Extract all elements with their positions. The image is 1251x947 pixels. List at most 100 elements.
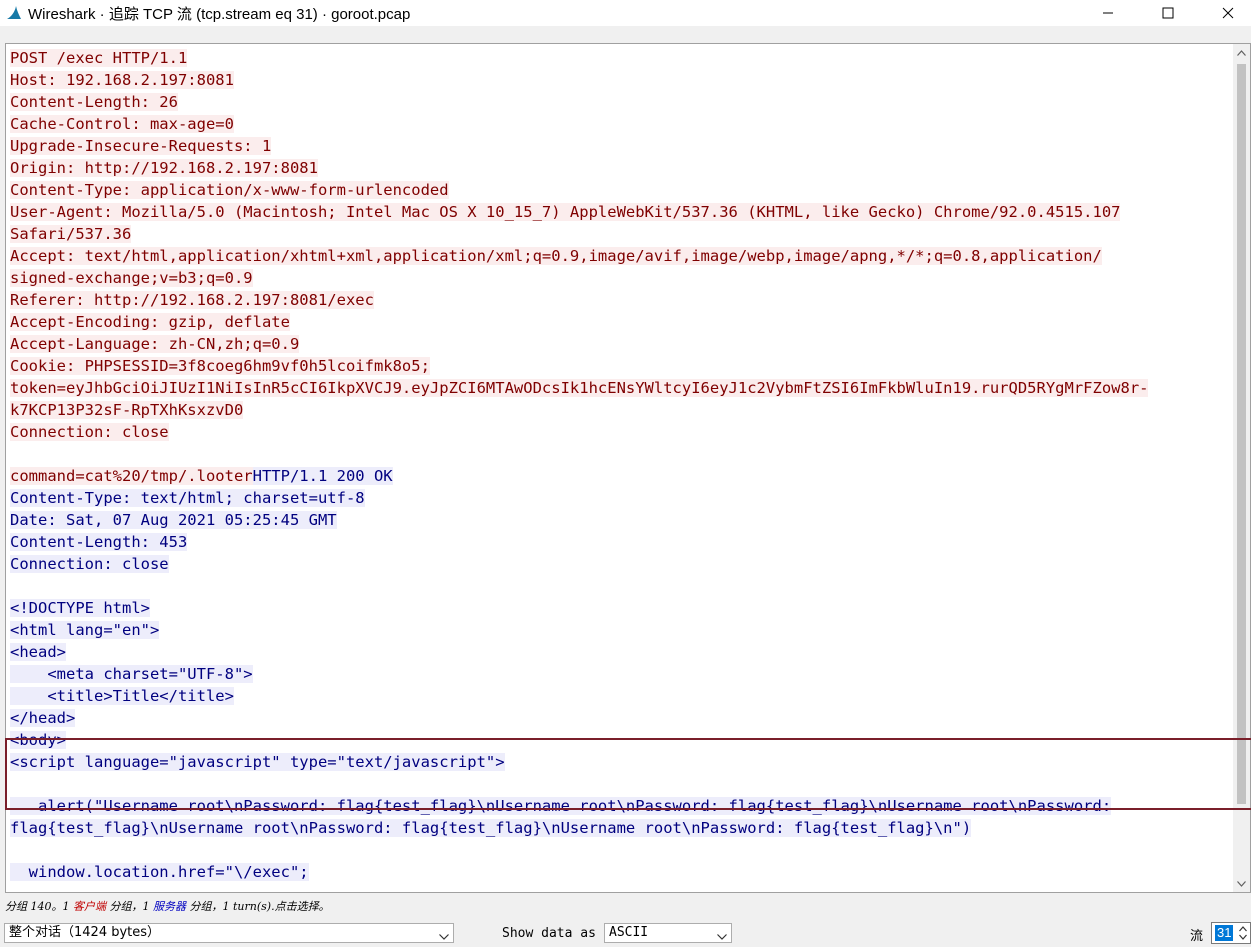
stream-line[interactable] bbox=[10, 839, 1232, 861]
title-bar: Wireshark · 追踪 TCP 流 (tcp.stream eq 31) … bbox=[0, 0, 1251, 26]
server-segment[interactable]: Connection: close bbox=[10, 555, 169, 573]
stream-line[interactable]: User-Agent: Mozilla/5.0 (Macintosh; Inte… bbox=[10, 201, 1232, 223]
stream-line[interactable]: flag{test_flag}\nUsername root\nPassword… bbox=[10, 817, 1232, 839]
stream-line[interactable]: Upgrade-Insecure-Requests: 1 bbox=[10, 135, 1232, 157]
server-segment[interactable]: Content-Type: text/html; charset=utf-8 bbox=[10, 489, 365, 507]
chevron-down-icon bbox=[717, 928, 727, 946]
stream-line[interactable]: alert("Username root\nPassword: flag{tes… bbox=[10, 795, 1232, 817]
stream-line[interactable]: <script language="javascript" type="text… bbox=[10, 751, 1232, 773]
scrollbar-thumb[interactable] bbox=[1237, 64, 1246, 804]
client-segment[interactable]: signed-exchange;v=b3;q=0.9 bbox=[10, 269, 253, 287]
stream-line[interactable] bbox=[10, 443, 1232, 465]
server-segment[interactable]: <meta charset="UTF-8"> bbox=[10, 665, 253, 683]
stream-line[interactable]: <meta charset="UTF-8"> bbox=[10, 663, 1232, 685]
close-icon bbox=[1222, 7, 1234, 19]
server-segment[interactable]: <body> bbox=[10, 731, 66, 749]
client-segment[interactable]: k7KCP13P32sF-RpTXhKsxzvD0 bbox=[10, 401, 244, 419]
stream-line[interactable]: <!DOCTYPE html> bbox=[10, 597, 1232, 619]
client-segment[interactable]: command=cat%20/tmp/.looter bbox=[10, 467, 253, 485]
server-segment[interactable]: HTTP/1.1 200 OK bbox=[252, 467, 393, 485]
stream-line[interactable]: <body> bbox=[10, 729, 1232, 751]
stream-text[interactable]: POST /exec HTTP/1.1 Host: 192.168.2.197:8… bbox=[10, 47, 1232, 883]
server-segment[interactable]: <head> bbox=[10, 643, 66, 661]
client-segment[interactable]: Accept-Encoding: gzip, deflate bbox=[10, 313, 290, 331]
server-segment[interactable]: <title>Title</title> bbox=[10, 687, 234, 705]
stream-line[interactable]: Content-Length: 453 bbox=[10, 531, 1232, 553]
status-suffix: 分组，1 turn(s).点击选择。 bbox=[186, 900, 330, 913]
client-segment[interactable]: Connection: close bbox=[10, 423, 169, 441]
stream-line[interactable]: Connection: close bbox=[10, 421, 1232, 443]
client-segment[interactable]: Origin: http://192.168.2.197:8081 bbox=[10, 159, 318, 177]
stream-line[interactable]: Accept-Language: zh-CN,zh;q=0.9 bbox=[10, 333, 1232, 355]
stream-line[interactable]: <title>Title</title> bbox=[10, 685, 1232, 707]
stream-line[interactable]: Connection: close bbox=[10, 553, 1232, 575]
stream-line[interactable]: Content-Type: text/html; charset=utf-8 bbox=[10, 487, 1232, 509]
status-prefix: 分组 140。1 bbox=[5, 900, 73, 913]
stream-line[interactable]: Cache-Control: max-age=0 bbox=[10, 113, 1232, 135]
vertical-scrollbar[interactable] bbox=[1233, 44, 1250, 892]
server-segment[interactable]: window.location.href="\/exec"; bbox=[10, 863, 309, 881]
conversation-select-value: 整个对话（1424 bytes） bbox=[9, 925, 161, 940]
stream-line[interactable]: Content-Length: 26 bbox=[10, 91, 1232, 113]
stream-line[interactable]: <html lang="en"> bbox=[10, 619, 1232, 641]
stream-line[interactable]: window.location.href="\/exec"; bbox=[10, 861, 1232, 883]
client-segment[interactable]: Cookie: PHPSESSID=3f8coeg6hm9vf0h5lcoifm… bbox=[10, 357, 430, 375]
client-segment[interactable]: Content-Type: application/x-www-form-url… bbox=[10, 181, 449, 199]
client-segment[interactable]: Accept-Language: zh-CN,zh;q=0.9 bbox=[10, 335, 300, 353]
status-summary: 分组 140。1 客户端 分组，1 服务器 分组，1 turn(s).点击选择。 bbox=[5, 898, 330, 914]
client-segment[interactable]: Host: 192.168.2.197:8081 bbox=[10, 71, 234, 89]
stream-number-value[interactable]: 31 bbox=[1215, 925, 1234, 941]
stream-line[interactable]: Cookie: PHPSESSID=3f8coeg6hm9vf0h5lcoifm… bbox=[10, 355, 1232, 377]
stream-line[interactable]: Referer: http://192.168.2.197:8081/exec bbox=[10, 289, 1232, 311]
stream-line[interactable]: command=cat%20/tmp/.looterHTTP/1.1 200 O… bbox=[10, 465, 1232, 487]
conversation-select[interactable]: 整个对话（1424 bytes） bbox=[4, 923, 454, 943]
client-segment[interactable]: Upgrade-Insecure-Requests: 1 bbox=[10, 137, 272, 155]
stream-line[interactable]: Host: 192.168.2.197:8081 bbox=[10, 69, 1232, 91]
stream-line[interactable]: Accept-Encoding: gzip, deflate bbox=[10, 311, 1232, 333]
scroll-up-arrow-icon[interactable] bbox=[1233, 44, 1250, 61]
stream-number-spinbox[interactable]: 31 bbox=[1211, 922, 1251, 944]
server-segment[interactable]: Content-Length: 453 bbox=[10, 533, 188, 551]
window-controls bbox=[1071, 0, 1251, 26]
stream-line[interactable]: Safari/537.36 bbox=[10, 223, 1232, 245]
scroll-down-arrow-icon[interactable] bbox=[1233, 875, 1250, 892]
client-segment[interactable]: Cache-Control: max-age=0 bbox=[10, 115, 234, 133]
stream-line[interactable]: </head> bbox=[10, 707, 1232, 729]
show-data-as-value: ASCII bbox=[609, 925, 649, 940]
server-segment[interactable]: </head> bbox=[10, 709, 76, 727]
stream-line[interactable]: Date: Sat, 07 Aug 2021 05:25:45 GMT bbox=[10, 509, 1232, 531]
stream-line[interactable] bbox=[10, 575, 1232, 597]
show-data-as-select[interactable]: ASCII bbox=[604, 923, 732, 943]
server-segment[interactable]: <!DOCTYPE html> bbox=[10, 599, 150, 617]
close-button[interactable] bbox=[1205, 0, 1251, 26]
stream-line[interactable]: token=eyJhbGciOiJIUzI1NiIsInR5cCI6IkpXVC… bbox=[10, 377, 1232, 399]
client-segment[interactable]: Referer: http://192.168.2.197:8081/exec bbox=[10, 291, 374, 309]
minimize-button[interactable] bbox=[1085, 0, 1131, 26]
show-data-as-label: Show data as bbox=[502, 926, 596, 941]
stream-line[interactable]: k7KCP13P32sF-RpTXhKsxzvD0 bbox=[10, 399, 1232, 421]
wireshark-fin-icon bbox=[6, 5, 22, 21]
server-segment[interactable]: <html lang="en"> bbox=[10, 621, 160, 639]
stream-line[interactable]: signed-exchange;v=b3;q=0.9 bbox=[10, 267, 1232, 289]
client-segment[interactable]: Accept: text/html,application/xhtml+xml,… bbox=[10, 247, 1102, 265]
client-segment[interactable]: Safari/537.36 bbox=[10, 225, 132, 243]
maximize-button[interactable] bbox=[1145, 0, 1191, 26]
server-segment[interactable]: Date: Sat, 07 Aug 2021 05:25:45 GMT bbox=[10, 511, 337, 529]
client-segment[interactable]: token=eyJhbGciOiJIUzI1NiIsInR5cCI6IkpXVC… bbox=[10, 379, 1149, 397]
stream-line[interactable]: POST /exec HTTP/1.1 bbox=[10, 47, 1232, 69]
stream-line[interactable]: Content-Type: application/x-www-form-url… bbox=[10, 179, 1232, 201]
server-segment[interactable]: flag{test_flag}\nUsername root\nPassword… bbox=[10, 819, 972, 837]
stream-line[interactable]: <head> bbox=[10, 641, 1232, 663]
spinbox-arrows-icon[interactable] bbox=[1237, 924, 1249, 942]
client-segment[interactable]: Content-Length: 26 bbox=[10, 93, 178, 111]
stream-line[interactable]: Accept: text/html,application/xhtml+xml,… bbox=[10, 245, 1232, 267]
stream-line[interactable]: Origin: http://192.168.2.197:8081 bbox=[10, 157, 1232, 179]
client-segment[interactable]: POST /exec HTTP/1.1 bbox=[10, 49, 188, 67]
stream-content-panel[interactable]: POST /exec HTTP/1.1 Host: 192.168.2.197:8… bbox=[5, 43, 1251, 893]
chevron-down-icon bbox=[439, 928, 449, 946]
server-segment[interactable]: <script language="javascript" type="text… bbox=[10, 753, 505, 771]
bottom-controls: 整个对话（1424 bytes） Show data as ASCII 流 31 bbox=[0, 921, 1251, 947]
server-segment[interactable]: alert("Username root\nPassword: flag{tes… bbox=[10, 797, 1112, 815]
client-segment[interactable]: User-Agent: Mozilla/5.0 (Macintosh; Inte… bbox=[10, 203, 1121, 221]
stream-line[interactable] bbox=[10, 773, 1232, 795]
